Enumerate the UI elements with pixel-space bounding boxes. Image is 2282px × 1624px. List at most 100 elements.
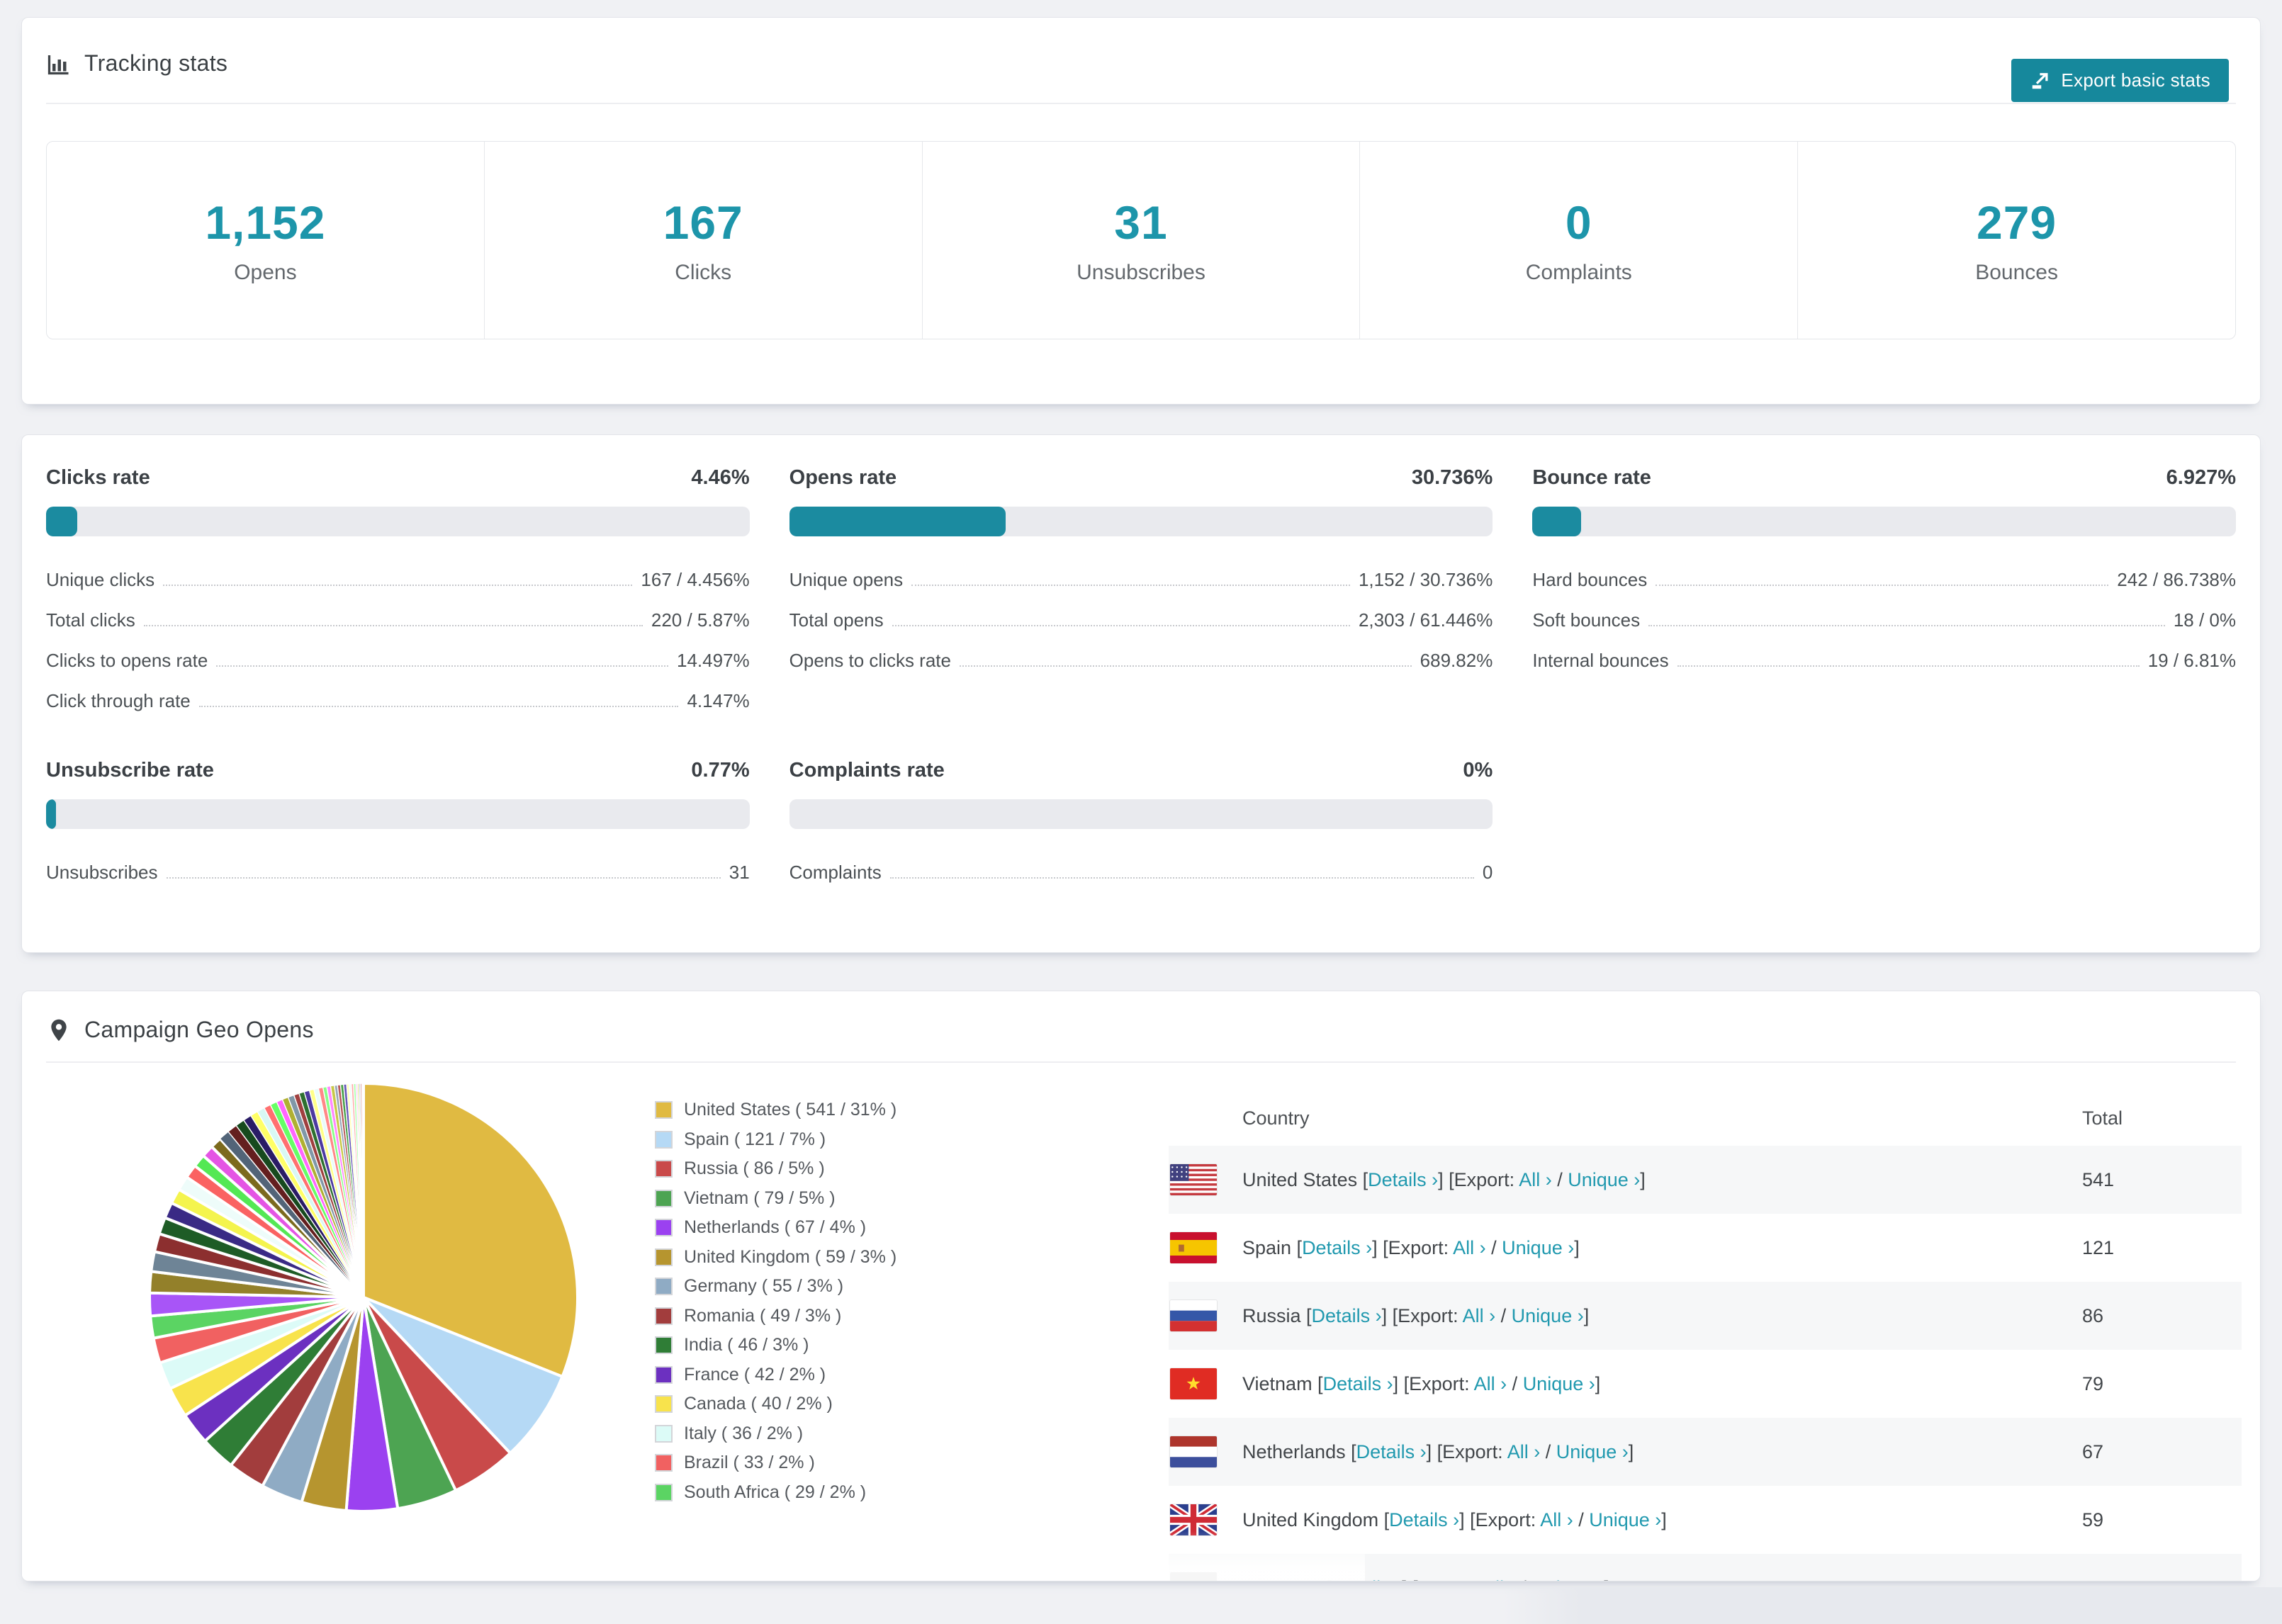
rate-row-value: 2,303 / 61.446% (1358, 609, 1493, 631)
tracking-stats-card: Tracking stats Export basic stats 1,152 … (21, 17, 2261, 405)
geo-legend: United States ( 541 / 31% ) Spain ( 121 /… (655, 1095, 896, 1507)
legend-item[interactable]: Vietnam ( 79 / 5% ) (655, 1184, 896, 1214)
table-row-ru: Russia [Details ›] [Export: All › / Uniq… (1169, 1282, 2242, 1350)
stat-bounces-label: Bounces (1975, 261, 2058, 284)
legend-item[interactable]: Brazil ( 33 / 2% ) (655, 1448, 896, 1478)
export-unique-link[interactable]: Unique › (1502, 1237, 1574, 1258)
rate-row-label: Hard bounces (1532, 569, 1648, 590)
export-all-link[interactable]: All › (1474, 1373, 1507, 1394)
page-title: Tracking stats (84, 50, 228, 76)
legend-label: Vietnam ( 79 / 5% ) (684, 1188, 836, 1208)
table-row-es: Spain [Details ›] [Export: All › / Uniqu… (1169, 1214, 2242, 1282)
rate-row-value: 19 / 6.81% (2147, 650, 2236, 671)
rate-row-label: Total opens (789, 609, 884, 631)
legend-swatch (655, 1424, 673, 1443)
legend-item[interactable]: United States ( 541 / 31% ) (655, 1095, 896, 1125)
country-cell: Germany [Details ›] [Export: All › / Uni… (1242, 1577, 1609, 1581)
legend-item[interactable]: Romania ( 49 / 3% ) (655, 1302, 896, 1331)
legend-swatch (655, 1130, 673, 1149)
legend-swatch (655, 1307, 673, 1325)
table-row-vn: Vietnam [Details ›] [Export: All › / Uni… (1169, 1350, 2242, 1418)
legend-item[interactable]: Russia ( 86 / 5% ) (655, 1154, 896, 1184)
bounce-rate-title: Bounce rate (1532, 466, 1651, 489)
export-unique-link[interactable]: Unique › (1589, 1509, 1661, 1530)
export-all-link[interactable]: All › (1463, 1305, 1496, 1326)
rate-row-value: 220 / 5.87% (651, 609, 750, 631)
opens-rate-section: Opens rate 30.736% Unique opens 1,152 / 3… (789, 466, 1493, 719)
rate-row-label: Complaints (789, 862, 882, 883)
dotted-leader (959, 665, 1412, 667)
bounce-rate-progressbar (1532, 507, 2236, 536)
export-unique-link[interactable]: Unique › (1568, 1169, 1640, 1190)
details-link[interactable]: Details › (1389, 1509, 1459, 1530)
dotted-leader (166, 877, 721, 879)
rate-row-value: 242 / 86.738% (2117, 569, 2236, 590)
rate-row: Click through rate 4.147% (46, 679, 750, 719)
country-cell: Russia [Details ›] [Export: All › / Uniq… (1242, 1304, 1590, 1326)
rate-row-value: 1,152 / 30.736% (1358, 569, 1493, 590)
export-unique-link[interactable]: Unique › (1523, 1373, 1595, 1394)
stat-opens-label: Opens (234, 261, 297, 284)
dotted-leader (163, 585, 633, 586)
unsubscribe-rate-value: 0.77% (691, 759, 750, 782)
legend-item[interactable]: United Kingdom ( 59 / 3% ) (655, 1243, 896, 1273)
header-divider (46, 103, 2236, 104)
export-all-link[interactable]: All › (1519, 1169, 1552, 1190)
rate-row-label: Soft bounces (1532, 609, 1641, 631)
campaign-geo-opens-card: Campaign Geo Opens United States ( 541 /… (21, 991, 2261, 1581)
export-all-link[interactable]: All › (1507, 1441, 1541, 1462)
export-all-link[interactable]: All › (1483, 1577, 1516, 1581)
legend-label: South Africa ( 29 / 2% ) (684, 1482, 867, 1502)
geo-title: Campaign Geo Opens (84, 1017, 314, 1042)
total-cell: 59 (2082, 1509, 2104, 1530)
export-icon (2033, 72, 2048, 89)
details-link[interactable]: Details › (1312, 1305, 1382, 1326)
details-link[interactable]: Details › (1323, 1373, 1393, 1394)
legend-item[interactable]: Germany ( 55 / 3% ) (655, 1272, 896, 1302)
legend-item[interactable]: Canada ( 40 / 2% ) (655, 1389, 896, 1419)
dotted-leader (143, 625, 643, 626)
rates-card: Clicks rate 4.46% Unique clicks 167 / 4.4… (21, 434, 2261, 953)
rate-row-label: Unsubscribes (46, 862, 158, 883)
export-all-link[interactable]: All › (1453, 1237, 1486, 1258)
clicks-rate-title: Clicks rate (46, 466, 150, 489)
export-unique-link[interactable]: Unique › (1512, 1305, 1584, 1326)
export-basic-stats-button[interactable]: Export basic stats (2011, 59, 2229, 102)
export-unique-link[interactable]: Unique › (1531, 1577, 1604, 1581)
stats-summary-box: 1,152 Opens 167 Clicks 31 Unsubscribes 0… (46, 141, 2236, 339)
legend-item[interactable]: South Africa ( 29 / 2% ) (655, 1478, 896, 1508)
legend-label: India ( 46 / 3% ) (684, 1335, 809, 1355)
complaints-rate-value: 0% (1463, 759, 1493, 782)
table-row-nl: Netherlands [Details ›] [Export: All › /… (1169, 1418, 2242, 1486)
details-link[interactable]: Details › (1302, 1237, 1372, 1258)
legend-item[interactable]: India ( 46 / 3% ) (655, 1331, 896, 1360)
rate-row-value: 4.147% (687, 690, 750, 711)
dotted-leader (1656, 585, 2109, 586)
details-link[interactable]: Details › (1332, 1577, 1402, 1581)
legend-item[interactable]: Spain ( 121 / 7% ) (655, 1125, 896, 1155)
geo-table-header: Country Total (1169, 1090, 2242, 1146)
country-cell: Spain [Details ›] [Export: All › / Uniqu… (1242, 1236, 1580, 1258)
clicks-rate-progressbar (46, 507, 750, 536)
export-button-label: Export basic stats (2061, 69, 2210, 91)
complaints-rate-progressbar (789, 799, 1493, 829)
stat-unsubscribes-label: Unsubscribes (1077, 261, 1205, 284)
legend-swatch (655, 1365, 673, 1384)
legend-item[interactable]: France ( 42 / 2% ) (655, 1360, 896, 1390)
legend-item[interactable]: Italy ( 36 / 2% ) (655, 1419, 896, 1449)
details-link[interactable]: Details › (1368, 1169, 1438, 1190)
tracking-stats-header: Tracking stats (46, 50, 227, 77)
export-all-link[interactable]: All › (1540, 1509, 1573, 1530)
legend-item[interactable]: Netherlands ( 67 / 4% ) (655, 1213, 896, 1243)
geo-table: Country Total United States [Details ›] … (1169, 1090, 2242, 1581)
export-unique-link[interactable]: Unique › (1556, 1441, 1629, 1462)
stat-complaints-value: 0 (1565, 196, 1592, 249)
column-header-country: Country (1242, 1107, 1310, 1129)
rate-row-value: 18 / 0% (2173, 609, 2236, 631)
rate-row: Unsubscribes 31 (46, 850, 750, 891)
stat-clicks-value: 167 (663, 196, 743, 249)
stat-opens-value: 1,152 (205, 196, 326, 249)
total-cell: 67 (2082, 1440, 2104, 1462)
es-flag-icon (1170, 1232, 1217, 1263)
details-link[interactable]: Details › (1356, 1441, 1427, 1462)
